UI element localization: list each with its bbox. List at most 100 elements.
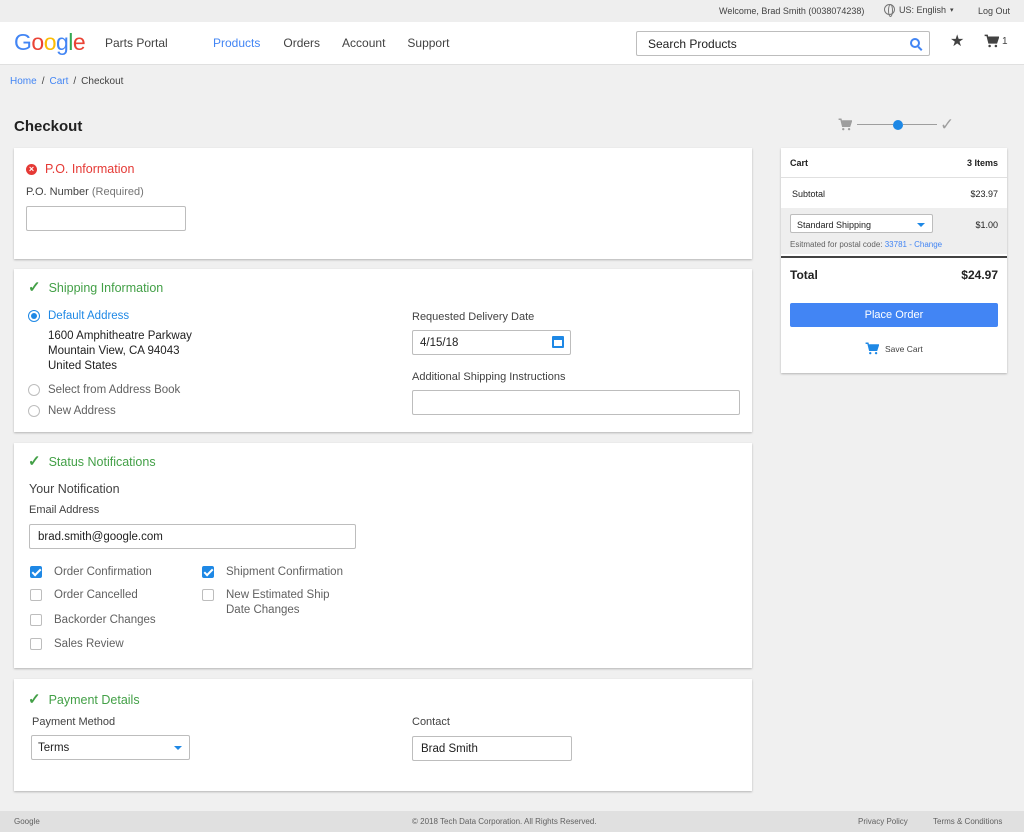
language-selector[interactable]: US: English ▾: [884, 4, 954, 17]
footer: Google © 2018 Tech Data Corporation. All…: [0, 811, 1024, 832]
welcome-text: Welcome, Brad Smith (0038074238): [719, 6, 865, 16]
calendar-icon[interactable]: [552, 336, 564, 348]
checkbox-icon: [30, 638, 42, 650]
subtotal-label: Subtotal: [792, 189, 826, 199]
subtotal-row: Subtotal $23.97: [792, 189, 998, 199]
divider: [781, 177, 1007, 178]
logo-letter: o: [43, 29, 57, 55]
postal-code-link[interactable]: 33781: [885, 240, 907, 249]
logo-letter: g: [55, 29, 69, 55]
radio-label: Select from Address Book: [48, 384, 181, 396]
breadcrumb-separator: /: [73, 76, 77, 87]
cart-icon: [984, 34, 999, 48]
terms-link[interactable]: Terms & Conditions: [933, 817, 1002, 826]
po-title-text: P.O. Information: [45, 162, 135, 176]
cart-label: Cart: [790, 158, 809, 168]
po-required-text: (Required): [91, 186, 144, 198]
checkbox-label: Order Cancelled: [54, 589, 138, 601]
nav-products[interactable]: Products: [213, 36, 260, 50]
checkbox-label: Backorder Changes: [54, 614, 156, 626]
total-row: Total $24.97: [790, 268, 998, 282]
cart-step-icon: [838, 118, 852, 131]
radio-default-address[interactable]: Default Address: [28, 310, 129, 322]
payment-details-card: ✓ Payment Details Payment Method Terms C…: [14, 679, 752, 791]
nav-orders[interactable]: Orders: [283, 36, 320, 50]
caret-down-icon: [917, 223, 925, 227]
checkbox-new-estimated-ship-date[interactable]: New Estimated Ship Date Changes: [202, 588, 336, 618]
checkbox-icon: [30, 566, 42, 578]
checkbox-label: New Estimated Ship Date Changes: [226, 589, 330, 616]
nav-account[interactable]: Account: [342, 36, 385, 50]
radio-label: New Address: [48, 405, 116, 417]
checkbox-order-cancelled[interactable]: Order Cancelled: [30, 588, 138, 603]
checkout-stepper: ✓: [838, 115, 958, 134]
total-value: $24.97: [961, 268, 998, 282]
shipping-method-value: Standard Shipping: [797, 220, 872, 230]
payment-section-title: ✓ Payment Details: [28, 691, 140, 708]
save-cart-button[interactable]: Save Cart: [865, 342, 923, 355]
contact-input[interactable]: [412, 736, 572, 761]
radio-address-book[interactable]: Select from Address Book: [28, 384, 180, 396]
breadcrumb: Home / Cart / Checkout: [10, 76, 123, 87]
logout-link[interactable]: Log Out: [978, 6, 1010, 16]
caret-down-icon: ▾: [950, 6, 954, 14]
breadcrumb-separator: /: [41, 76, 45, 87]
po-information-card: × P.O. Information P.O. Number (Required…: [14, 148, 752, 259]
privacy-policy-link[interactable]: Privacy Policy: [858, 817, 908, 826]
checkbox-shipment-confirmation[interactable]: Shipment Confirmation: [202, 565, 343, 580]
checkbox-icon: [202, 589, 214, 601]
logo-letter: e: [72, 29, 86, 55]
google-logo[interactable]: Google: [14, 29, 86, 56]
po-number-label: P.O. Number (Required): [26, 186, 144, 198]
subtotal-value: $23.97: [970, 189, 998, 199]
instructions-label: Additional Shipping Instructions: [412, 371, 566, 383]
logo-letter: o: [31, 29, 44, 55]
nav-support[interactable]: Support: [407, 36, 449, 50]
stepper-line: [903, 124, 937, 125]
order-summary: Cart 3 Items Subtotal $23.97 Standard Sh…: [781, 148, 1007, 373]
stepper-line: [857, 124, 893, 125]
shipping-information-card: ✓ Shipping Information Default Address 1…: [14, 269, 752, 432]
check-step-icon: ✓: [940, 115, 955, 134]
po-number-input[interactable]: [26, 206, 186, 231]
shipping-method-select[interactable]: Standard Shipping: [790, 214, 933, 233]
address-line: United States: [48, 360, 118, 372]
save-cart-label: Save Cart: [885, 343, 923, 354]
email-label: Email Address: [29, 504, 100, 516]
your-notification-heading: Your Notification: [29, 482, 120, 496]
status-notifications-card: ✓ Status Notifications Your Notification…: [14, 443, 752, 668]
header-cart-button[interactable]: 1: [984, 34, 1008, 48]
radio-label: Default Address: [48, 310, 130, 322]
cart-icon: [865, 342, 879, 355]
checkbox-icon: [202, 566, 214, 578]
change-postal-link[interactable]: - Change: [909, 240, 942, 249]
checkbox-sales-review[interactable]: Sales Review: [30, 637, 124, 652]
search-icon[interactable]: [910, 38, 920, 48]
shipping-instructions-input[interactable]: [412, 390, 740, 415]
po-label-text: P.O. Number: [26, 186, 89, 198]
email-input[interactable]: [29, 524, 356, 549]
search-input[interactable]: [637, 32, 887, 55]
notifications-section-title: ✓ Status Notifications: [28, 454, 156, 469]
checkbox-backorder-changes[interactable]: Backorder Changes: [30, 613, 156, 628]
check-icon: ✓: [28, 279, 41, 296]
place-order-button[interactable]: Place Order: [790, 303, 998, 327]
star-icon[interactable]: ★: [950, 33, 964, 51]
breadcrumb-home[interactable]: Home: [10, 76, 37, 87]
shipping-section-title: ✓ Shipping Information: [28, 279, 163, 296]
check-icon: ✓: [28, 691, 41, 708]
search-box: [636, 31, 930, 56]
checkbox-order-confirmation[interactable]: Order Confirmation: [30, 565, 152, 580]
utility-bar: Welcome, Brad Smith (0038074238) US: Eng…: [0, 0, 1024, 22]
checkbox-icon: [30, 589, 42, 601]
notifications-title-text: Status Notifications: [48, 455, 156, 469]
breadcrumb-cart[interactable]: Cart: [49, 76, 68, 87]
payment-method-select[interactable]: Terms: [31, 735, 190, 760]
payment-title-text: Payment Details: [48, 693, 140, 707]
estimated-postal-text: Esitmated for postal code: 33781 - Chang…: [790, 240, 942, 249]
radio-new-address[interactable]: New Address: [28, 405, 116, 417]
delivery-date-field[interactable]: 4/15/18: [412, 330, 571, 355]
radio-button-icon: [28, 384, 40, 396]
items-count: 3 Items: [966, 158, 998, 168]
radio-button-icon: [28, 405, 40, 417]
